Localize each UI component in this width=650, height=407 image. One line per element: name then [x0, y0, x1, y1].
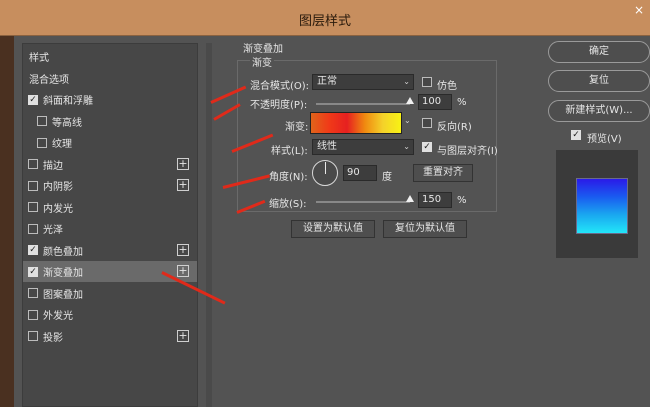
- blend-mode-select[interactable]: 正常 ⌄: [312, 74, 414, 90]
- sidebar-item[interactable]: 混合选项: [23, 68, 197, 89]
- chevron-down-icon: ⌄: [403, 77, 410, 86]
- blend-mode-value: 正常: [317, 76, 337, 87]
- sidebar-item-label: 图案叠加: [43, 289, 83, 301]
- reset-alignment-button[interactable]: 重置对齐: [413, 164, 473, 182]
- dither-checkbox[interactable]: [422, 77, 432, 87]
- sidebar-item-checkbox[interactable]: [28, 202, 38, 212]
- scale-input[interactable]: 150: [418, 192, 452, 208]
- sidebar-item-checkbox[interactable]: [28, 288, 38, 298]
- reset-button[interactable]: 复位: [548, 70, 650, 92]
- blend-mode-label: 混合模式(O):: [250, 81, 310, 92]
- close-icon[interactable]: ×: [634, 4, 646, 16]
- sidebar-item-label: 内发光: [43, 203, 73, 215]
- preview-thumbnail: [576, 178, 628, 234]
- sidebar-item-label: 投影: [43, 332, 63, 344]
- sidebar-item-label: 纹理: [52, 139, 72, 150]
- sidebar-item[interactable]: 样式: [23, 46, 197, 67]
- sidebar-item[interactable]: ✓ 颜色叠加 +: [23, 240, 197, 261]
- section-title: 渐变叠加: [243, 44, 283, 55]
- angle-input[interactable]: 90: [343, 165, 377, 181]
- sidebar-item-checkbox[interactable]: ✓: [28, 94, 38, 105]
- preview-checkbox[interactable]: ✓: [571, 130, 581, 140]
- sidebar-item-label: 光泽: [43, 225, 63, 236]
- angle-label: 角度(N):: [269, 172, 308, 183]
- sidebar-item-checkbox[interactable]: [28, 180, 38, 191]
- sidebar-item[interactable]: 内发光: [23, 197, 197, 218]
- sidebar-item-checkbox[interactable]: [28, 309, 38, 320]
- scale-unit: %: [457, 195, 467, 206]
- opacity-slider[interactable]: [316, 103, 410, 105]
- style-value: 线性: [317, 141, 337, 152]
- sidebar-item[interactable]: 图案叠加: [23, 283, 197, 304]
- sidebar-item-label: 内阴影: [43, 182, 73, 193]
- opacity-unit: %: [457, 97, 467, 108]
- group-title: 渐变: [250, 54, 274, 69]
- scrollbar[interactable]: [206, 43, 212, 407]
- sidebar-item-checkbox[interactable]: ✓: [28, 266, 38, 277]
- opacity-slider-handle[interactable]: [406, 97, 414, 104]
- sidebar-item[interactable]: 光泽: [23, 218, 197, 239]
- angle-dial[interactable]: [312, 160, 338, 186]
- sidebar-item[interactable]: 纹理: [23, 132, 197, 153]
- sidebar-item[interactable]: 外发光: [23, 304, 197, 325]
- sidebar-item-label: 混合选项: [29, 74, 69, 86]
- title-bar: 图层样式 ×: [0, 0, 650, 36]
- gradient-label: 渐变:: [285, 122, 309, 133]
- scale-label: 缩放(S):: [269, 199, 307, 210]
- scale-slider[interactable]: [316, 201, 410, 203]
- style-list: 样式混合选项 ✓ 斜面和浮雕等高线纹理描边 + 内阴影 + 内发光光泽 ✓ 颜色叠加 + ✓ 渐变叠加…: [22, 43, 198, 407]
- sidebar-item[interactable]: 内阴影 +: [23, 175, 197, 196]
- reverse-checkbox[interactable]: [422, 118, 432, 128]
- sidebar-item-label: 描边: [43, 160, 63, 172]
- sidebar-item[interactable]: 描边 +: [23, 154, 197, 175]
- sidebar-item-checkbox[interactable]: ✓: [28, 245, 38, 255]
- sidebar-item-label: 外发光: [43, 311, 73, 322]
- sidebar-item[interactable]: 投影 +: [23, 326, 197, 347]
- sidebar-item-checkbox[interactable]: [28, 331, 38, 341]
- gradient-picker-chevron-icon[interactable]: ⌄: [404, 116, 411, 125]
- sidebar-item[interactable]: 等高线: [23, 111, 197, 132]
- sidebar-item-checkbox[interactable]: [37, 137, 47, 148]
- dither-label: 仿色: [437, 81, 457, 92]
- preview-label: 预览(V): [587, 134, 622, 145]
- sidebar-item-checkbox[interactable]: [28, 159, 38, 169]
- align-with-layer-label: 与图层对齐(I): [437, 146, 498, 157]
- add-effect-icon[interactable]: +: [177, 329, 189, 342]
- align-with-layer-checkbox[interactable]: ✓: [422, 142, 432, 152]
- scale-slider-handle[interactable]: [406, 195, 414, 202]
- chevron-down-icon: ⌄: [403, 142, 410, 151]
- new-style-button[interactable]: 新建样式(W)...: [548, 100, 650, 122]
- sidebar-item-label: 斜面和浮雕: [43, 96, 93, 107]
- reset-to-default-button[interactable]: 复位为默认值: [383, 220, 467, 238]
- add-effect-icon[interactable]: +: [177, 265, 189, 277]
- style-select[interactable]: 线性 ⌄: [312, 139, 414, 155]
- sidebar-item-checkbox[interactable]: [28, 223, 38, 234]
- angle-dial-needle: [325, 162, 326, 174]
- sidebar-item-label: 样式: [29, 53, 49, 64]
- sidebar-item[interactable]: ✓ 斜面和浮雕: [23, 89, 197, 110]
- sidebar-item-label: 渐变叠加: [43, 268, 83, 279]
- reverse-label: 反向(R): [437, 122, 472, 133]
- set-as-default-button[interactable]: 设置为默认值: [291, 220, 375, 238]
- opacity-label: 不透明度(P):: [250, 100, 308, 111]
- sidebar-item-label: 等高线: [52, 117, 82, 129]
- add-effect-icon[interactable]: +: [177, 179, 189, 191]
- style-label: 样式(L):: [271, 146, 308, 157]
- sidebar-item-checkbox[interactable]: [37, 116, 47, 126]
- background-strip: [0, 36, 14, 407]
- add-effect-icon[interactable]: +: [177, 243, 189, 256]
- ok-button[interactable]: 确定: [548, 41, 650, 63]
- add-effect-icon[interactable]: +: [177, 157, 189, 170]
- sidebar-item-label: 颜色叠加: [43, 246, 83, 258]
- window-title: 图层样式: [298, 14, 351, 29]
- angle-unit: 度: [382, 172, 392, 183]
- opacity-input[interactable]: 100: [418, 94, 452, 110]
- gradient-swatch[interactable]: [310, 112, 402, 134]
